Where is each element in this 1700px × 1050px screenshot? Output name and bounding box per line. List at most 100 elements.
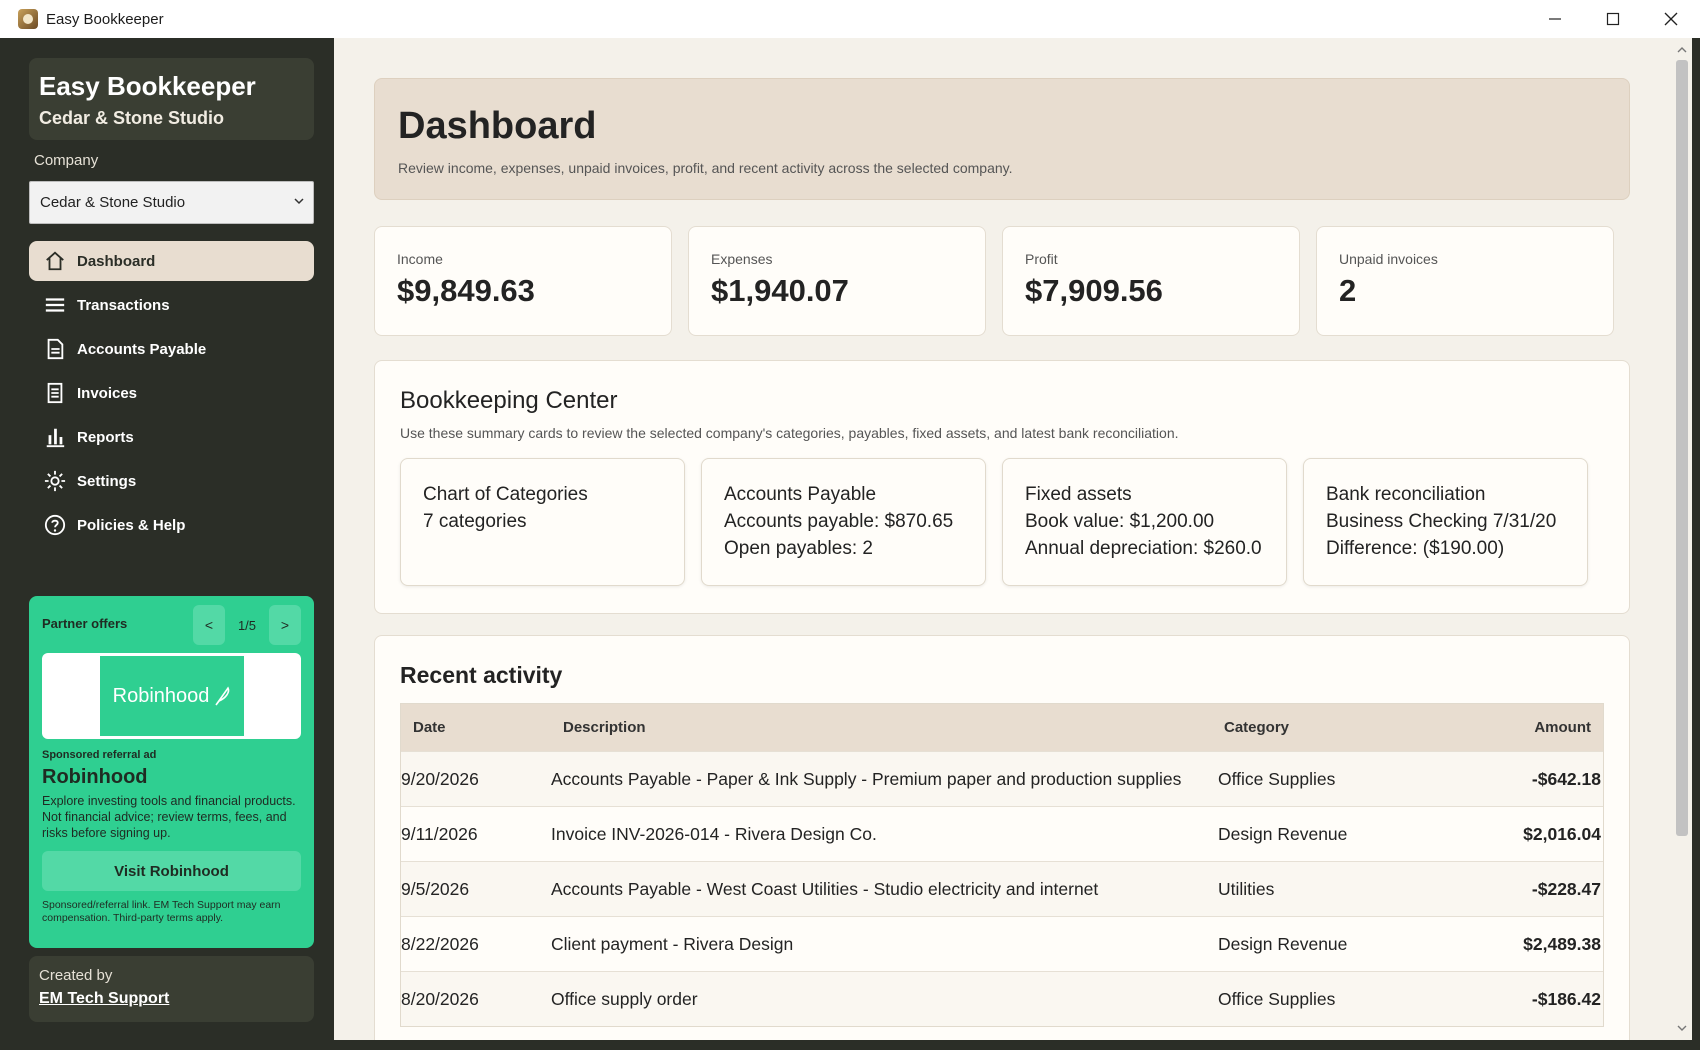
card-line: Open payables: 2 [724,538,873,559]
brand-subtitle: Cedar & Stone Studio [39,108,225,128]
stat-label: Profit [1025,251,1058,267]
cell-amount: $2,016.04 [1523,823,1601,844]
cell-date: 8/20/2026 [401,988,479,1009]
stat-card-profit: Profit $7,909.56 [1002,226,1300,336]
fixed-assets-card[interactable]: Fixed assets Book value: $1,200.00 Annua… [1002,458,1287,586]
bank-reconciliation-card[interactable]: Bank reconciliation Business Checking 7/… [1303,458,1588,586]
recent-activity: Recent activity Date Description Categor… [374,635,1630,1040]
scroll-up-icon[interactable] [1676,44,1688,56]
cell-date: 8/22/2026 [401,933,479,954]
scroll-down-icon[interactable] [1676,1022,1688,1034]
bookkeeping-center: Bookkeeping Center Use these summary car… [374,360,1630,614]
sidebar-item-reports[interactable]: Reports [29,417,314,457]
close-button[interactable] [1642,0,1700,38]
table-row[interactable]: 9/11/2026 Invoice INV-2026-014 - Rivera … [401,806,1603,861]
cell-amount: $2,489.38 [1523,933,1601,954]
card-title: Fixed assets [1025,484,1132,505]
ad-name: Robinhood [42,766,148,788]
table-row[interactable]: 8/20/2026 Office supply order Office Sup… [401,971,1603,1026]
stat-value: $1,940.07 [711,273,849,308]
stat-value: 2 [1339,273,1357,308]
stat-value: $9,849.63 [397,273,535,308]
card-line: Accounts payable: $870.65 [724,511,954,532]
sidebar-item-dashboard[interactable]: Dashboard [29,241,314,281]
cell-description: Client payment - Rivera Design [551,933,794,954]
cell-category: Office Supplies [1218,988,1336,1009]
sponsored-label: Sponsored referral ad [42,749,157,761]
sidebar-item-invoices[interactable]: Invoices [29,373,314,413]
card-line: 7 categories [423,511,527,532]
stat-card-expenses: Expenses $1,940.07 [688,226,986,336]
card-title: Chart of Categories [423,484,588,505]
scrollbar-thumb[interactable] [1676,60,1688,836]
ad-banner[interactable]: Robinhood [42,653,301,739]
feather-icon [215,686,230,706]
sidebar-item-label: Reports [77,428,134,446]
cell-category: Design Revenue [1218,933,1348,954]
visit-robinhood-button[interactable]: Visit Robinhood [42,851,301,891]
stat-card-unpaid-invoices: Unpaid invoices 2 [1316,226,1614,336]
sidebar-item-transactions[interactable]: Transactions [29,285,314,325]
home-icon [43,249,67,273]
sidebar-item-label: Accounts Payable [77,340,207,358]
bookkeeping-cards: Chart of Categories 7 categories Account… [400,458,1604,586]
ad-logo-text: Robinhood [112,684,210,707]
sidebar-item-policies-help[interactable]: Policies & Help [29,505,314,545]
ad-disclaimer: Sponsored/referral link. EM Tech Support… [42,899,281,924]
sidebar-item-label: Transactions [77,296,170,314]
table-row[interactable]: 9/20/2026 Accounts Payable - Paper & Ink… [401,751,1603,806]
partner-offers-header: Partner offers < 1/5 > [42,596,301,650]
created-by-label: Created by [39,967,113,984]
partner-next-button[interactable]: > [269,605,301,645]
sidebar-item-accounts-payable[interactable]: Accounts Payable [29,329,314,369]
created-by-panel: Created by EM Tech Support [29,956,314,1022]
table-row[interactable]: 8/22/2026 Client payment - Rivera Design… [401,916,1603,971]
bookkeeping-center-subtitle: Use these summary cards to review the se… [400,425,1179,441]
list-icon [43,293,67,317]
bookkeeping-center-title: Bookkeeping Center [400,387,618,414]
cell-category: Office Supplies [1218,768,1336,789]
sidebar-nav: Dashboard Transactions Accounts Payable … [29,241,314,549]
cell-date: 9/20/2026 [401,768,479,789]
minimize-button[interactable] [1526,0,1584,38]
dashboard-header: Dashboard Review income, expenses, unpai… [374,78,1630,200]
sidebar-item-settings[interactable]: Settings [29,461,314,501]
maximize-icon [1606,12,1620,26]
main-scrollbar[interactable] [1672,38,1692,1040]
sidebar-item-label: Invoices [77,384,138,402]
card-title: Bank reconciliation [1326,484,1486,505]
cell-description: Accounts Payable - West Coast Utilities … [551,878,1099,899]
sidebar-item-label: Dashboard [77,252,156,270]
created-by-link[interactable]: EM Tech Support [39,990,304,1008]
table-row[interactable]: 9/5/2026 Accounts Payable - West Coast U… [401,861,1603,916]
cell-description: Invoice INV-2026-014 - Rivera Design Co. [551,823,877,844]
maximize-button[interactable] [1584,0,1642,38]
close-icon [1664,12,1678,26]
card-title: Accounts Payable [724,484,877,505]
sidebar-item-label: Policies & Help [77,516,186,534]
column-header-date[interactable]: Date [401,719,563,736]
minimize-icon [1549,18,1561,20]
table-header: Date Description Category Amount [401,704,1603,751]
partner-prev-button[interactable]: < [193,605,225,645]
company-label: Company [34,152,99,169]
column-header-amount[interactable]: Amount [1524,719,1603,736]
partner-offers-card: Partner offers < 1/5 > Robinhood Sponsor… [29,596,314,948]
window-controls [1526,0,1700,38]
recent-activity-table: Date Description Category Amount 9/20/20… [400,703,1604,1027]
brand-title: Easy Bookkeeper [39,71,256,101]
column-header-description[interactable]: Description [563,719,1224,736]
accounts-payable-card[interactable]: Accounts Payable Accounts payable: $870.… [701,458,986,586]
card-line: Difference: ($190.00) [1326,538,1505,559]
column-header-category[interactable]: Category [1224,719,1524,736]
app-logo-icon [18,9,38,29]
page-title: Dashboard [398,105,597,147]
cell-description: Office supply order [551,988,698,1009]
card-line: Book value: $1,200.00 [1025,511,1215,532]
brand-panel: Easy Bookkeeper Cedar & Stone Studio [29,58,314,140]
company-select[interactable]: Cedar & Stone Studio [29,181,314,224]
chart-of-categories-card[interactable]: Chart of Categories 7 categories [400,458,685,586]
page-subtitle: Review income, expenses, unpaid invoices… [398,160,1013,176]
stat-label: Income [397,251,443,267]
partner-pager: < 1/5 > [193,605,301,645]
